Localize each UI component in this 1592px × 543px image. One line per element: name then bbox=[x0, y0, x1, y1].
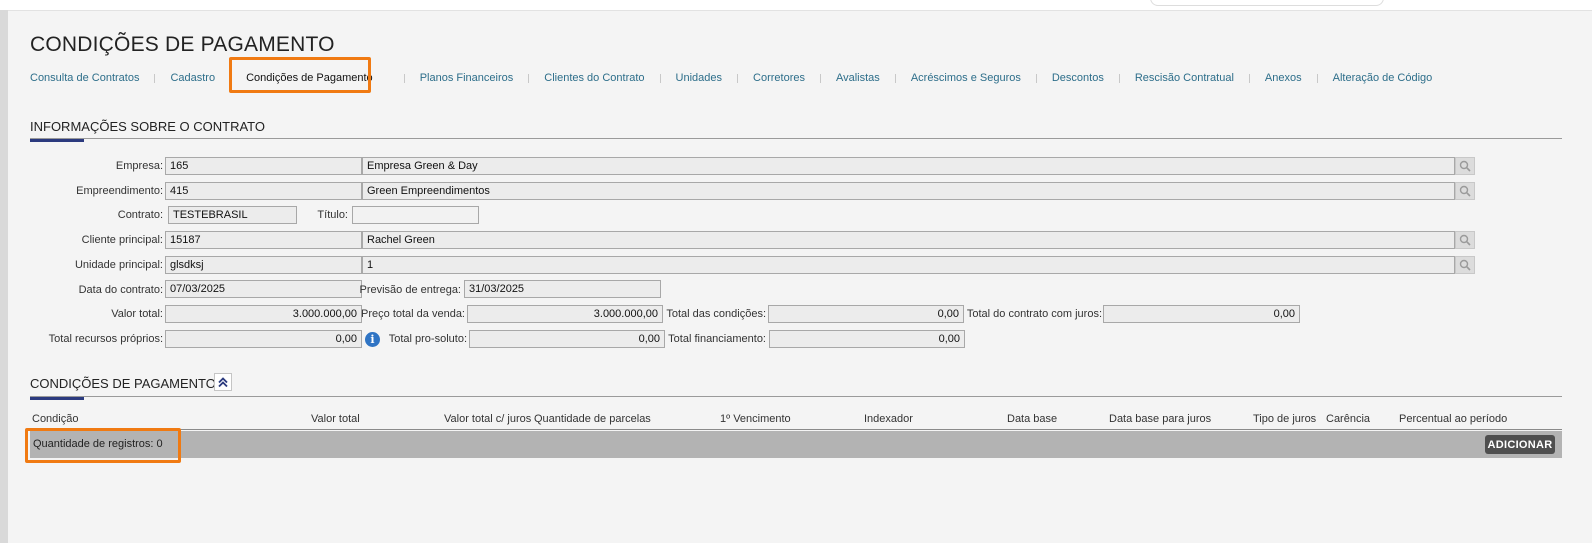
double-chevron-up-icon bbox=[218, 377, 228, 388]
tab-acrescimos-seguros[interactable]: Acréscimos e Seguros bbox=[911, 72, 1021, 84]
cliente-principal-name-field[interactable]: Rachel Green bbox=[362, 231, 1455, 249]
tab-condicoes-pagamento[interactable]: Condições de Pagamento bbox=[246, 72, 373, 84]
unidade-lookup-button[interactable] bbox=[1455, 256, 1475, 274]
grid-footer bbox=[30, 431, 1562, 458]
total-condicoes-field[interactable]: 0,00 bbox=[768, 305, 964, 323]
column-header-data-base[interactable]: Data base bbox=[1007, 413, 1057, 425]
column-header-data-base-juros[interactable]: Data base para juros bbox=[1109, 413, 1211, 425]
unidade-principal-label: Unidade principal: bbox=[74, 259, 163, 271]
tab-separator bbox=[528, 73, 530, 83]
section-accent bbox=[30, 139, 84, 142]
total-contrato-juros-label: Total do contrato com juros: bbox=[966, 308, 1102, 320]
data-contrato-field[interactable]: 07/03/2025 bbox=[165, 280, 362, 298]
grid-header-line bbox=[30, 429, 1562, 430]
tab-cadastro[interactable]: Cadastro bbox=[170, 72, 215, 84]
total-condicoes-label: Total das condições: bbox=[666, 308, 766, 320]
empresa-code-field[interactable]: 165 bbox=[165, 157, 362, 175]
total-recursos-proprios-field[interactable]: 0,00 bbox=[165, 330, 362, 348]
tab-descontos[interactable]: Descontos bbox=[1052, 72, 1104, 84]
column-header-valor-total-juros[interactable]: Valor total c/ juros bbox=[444, 413, 531, 425]
cliente-principal-label: Cliente principal: bbox=[81, 234, 163, 246]
magnifier-icon bbox=[1459, 259, 1471, 271]
tab-planos-financeiros[interactable]: Planos Financeiros bbox=[420, 72, 514, 84]
total-pro-soluto-label: Total pro-soluto: bbox=[388, 333, 467, 345]
contrato-label: Contrato: bbox=[117, 209, 163, 221]
tab-separator bbox=[894, 73, 896, 83]
tab-rescisao-contratual[interactable]: Rescisão Contratual bbox=[1135, 72, 1234, 84]
unidade-principal-name-field[interactable]: 1 bbox=[362, 256, 1455, 274]
section-accent bbox=[30, 397, 84, 400]
record-count: Quantidade de registros: 0 bbox=[33, 438, 163, 450]
column-header-primeiro-vencimento[interactable]: 1º Vencimento bbox=[720, 413, 791, 425]
unidade-principal-code-field[interactable]: glsdksj bbox=[165, 256, 362, 274]
previsao-entrega-field[interactable]: 31/03/2025 bbox=[464, 280, 661, 298]
tab-consulta-contratos[interactable]: Consulta de Contratos bbox=[30, 72, 139, 84]
magnifier-icon bbox=[1459, 185, 1471, 197]
total-financiamento-label: Total financiamento: bbox=[668, 333, 766, 345]
tab-bar: Consulta de Contratos Cadastro Condições… bbox=[30, 70, 1432, 86]
tab-separator bbox=[1316, 73, 1318, 83]
column-header-indexador[interactable]: Indexador bbox=[864, 413, 913, 425]
magnifier-icon bbox=[1459, 160, 1471, 172]
column-header-quantidade-parcelas[interactable]: Quantidade de parcelas bbox=[534, 413, 651, 425]
valor-total-field[interactable]: 3.000.000,00 bbox=[165, 305, 362, 323]
total-financiamento-field[interactable]: 0,00 bbox=[769, 330, 965, 348]
column-header-condicao[interactable]: Condição bbox=[32, 413, 78, 425]
tab-separator bbox=[659, 73, 661, 83]
total-recursos-proprios-label: Total recursos próprios: bbox=[48, 333, 163, 345]
total-pro-soluto-field[interactable]: 0,00 bbox=[469, 330, 665, 348]
tab-unidades[interactable]: Unidades bbox=[676, 72, 722, 84]
tab-separator bbox=[154, 73, 156, 83]
tab-alteracao-codigo[interactable]: Alteração de Código bbox=[1333, 72, 1433, 84]
previsao-entrega-label: Previsão de entrega: bbox=[359, 284, 461, 296]
titulo-field[interactable] bbox=[352, 206, 479, 224]
section-divider bbox=[30, 396, 1562, 397]
empreendimento-code-field[interactable]: 415 bbox=[165, 182, 362, 200]
empreendimento-lookup-button[interactable] bbox=[1455, 182, 1475, 200]
column-header-valor-total[interactable]: Valor total bbox=[311, 413, 360, 425]
preco-total-venda-field[interactable]: 3.000.000,00 bbox=[467, 305, 663, 323]
valor-total-label: Valor total: bbox=[111, 308, 163, 320]
tab-separator bbox=[737, 73, 739, 83]
info-icon[interactable]: i bbox=[365, 332, 380, 347]
tab-separator bbox=[1035, 73, 1037, 83]
empresa-lookup-button[interactable] bbox=[1455, 157, 1475, 175]
total-contrato-juros-field[interactable]: 0,00 bbox=[1103, 305, 1300, 323]
contract-info-title: INFORMAÇÕES SOBRE O CONTRATO bbox=[30, 119, 265, 134]
add-condition-button[interactable]: ADICIONAR bbox=[1485, 435, 1555, 454]
tab-separator bbox=[230, 73, 232, 83]
preco-total-venda-label: Preço total da venda: bbox=[361, 308, 465, 320]
tab-separator bbox=[1248, 73, 1250, 83]
top-search-box[interactable] bbox=[1150, 0, 1384, 6]
empreendimento-name-field[interactable]: Green Empreendimentos bbox=[362, 182, 1455, 200]
cliente-lookup-button[interactable] bbox=[1455, 231, 1475, 249]
tab-separator bbox=[819, 73, 821, 83]
top-bar bbox=[0, 0, 1592, 11]
column-header-carencia[interactable]: Carência bbox=[1326, 413, 1370, 425]
page-title: CONDIÇÕES DE PAGAMENTO bbox=[30, 33, 335, 56]
left-edge-bar bbox=[0, 10, 8, 543]
tab-avalistas[interactable]: Avalistas bbox=[836, 72, 880, 84]
tab-corretores[interactable]: Corretores bbox=[753, 72, 805, 84]
empreendimento-label: Empreendimento: bbox=[76, 185, 163, 197]
tab-separator bbox=[1118, 73, 1120, 83]
data-contrato-label: Data do contrato: bbox=[78, 284, 163, 296]
empresa-label: Empresa: bbox=[115, 160, 163, 172]
tab-anexos[interactable]: Anexos bbox=[1265, 72, 1302, 84]
cliente-principal-code-field[interactable]: 15187 bbox=[165, 231, 362, 249]
contrato-field[interactable]: TESTEBRASIL bbox=[168, 206, 297, 224]
collapse-section-button[interactable] bbox=[214, 373, 232, 391]
tab-separator bbox=[403, 73, 405, 83]
empresa-name-field[interactable]: Empresa Green & Day bbox=[362, 157, 1455, 175]
payment-conditions-title: CONDIÇÕES DE PAGAMENTO bbox=[30, 376, 216, 391]
column-header-percentual-periodo[interactable]: Percentual ao período bbox=[1399, 413, 1507, 425]
titulo-label: Título: bbox=[317, 209, 348, 221]
column-header-tipo-juros[interactable]: Tipo de juros bbox=[1253, 413, 1316, 425]
magnifier-icon bbox=[1459, 234, 1471, 246]
section-divider bbox=[30, 138, 1562, 139]
tab-clientes-contrato[interactable]: Clientes do Contrato bbox=[544, 72, 644, 84]
